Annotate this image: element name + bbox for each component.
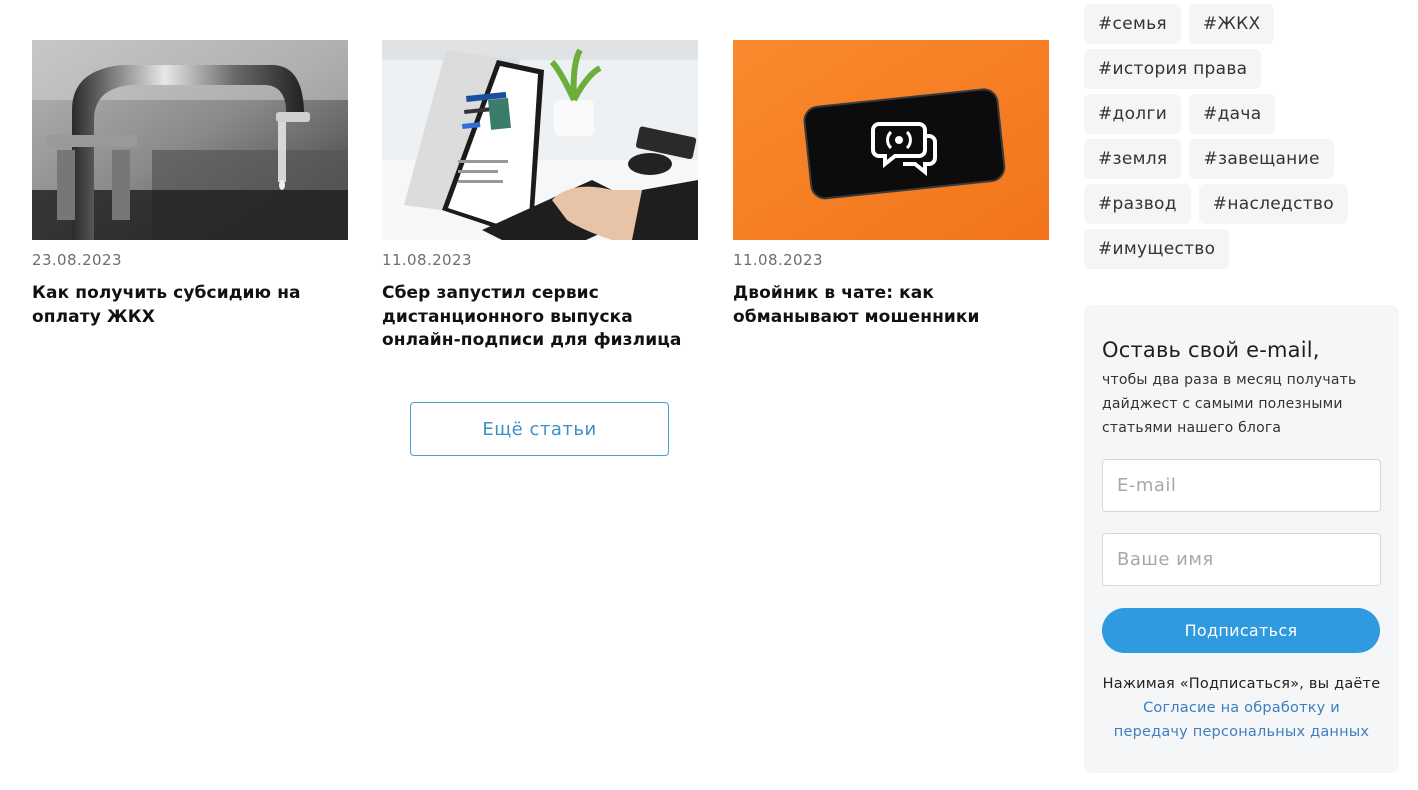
more-articles-button[interactable]: Ещё статьи (410, 402, 669, 456)
article-card[interactable]: 11.08.2023 Сбер запустил сервис дистанци… (382, 40, 698, 353)
tag-row: #долги #дача (1084, 94, 1404, 134)
tag-family[interactable]: #семья (1084, 4, 1181, 44)
tag-row: #история права (1084, 49, 1404, 89)
name-field[interactable] (1102, 533, 1381, 586)
article-title[interactable]: Как получить субсидию на оплату ЖКХ (32, 282, 348, 329)
article-date: 11.08.2023 (382, 251, 472, 269)
article-date: 23.08.2023 (32, 251, 122, 269)
tag-housing[interactable]: #ЖКХ (1188, 4, 1275, 44)
blog-page: 23.08.2023 Как получить субсидию на опла… (0, 0, 1418, 790)
article-date: 11.08.2023 (733, 251, 823, 269)
article-image-faucet[interactable] (32, 40, 348, 240)
tag-property[interactable]: #имущество (1084, 229, 1230, 269)
tag-row: #земля #завещание (1084, 139, 1404, 179)
consent-note: Нажимая «Подписаться», вы даёте Согласие… (1084, 672, 1399, 744)
article-title[interactable]: Двойник в чате: как обманывают мошенники (733, 282, 1049, 329)
article-image-laptop[interactable] (382, 40, 698, 240)
tag-dacha[interactable]: #дача (1189, 94, 1276, 134)
subscribe-description: чтобы два раза в месяц получать дайджест… (1102, 372, 1357, 436)
article-title[interactable]: Сбер запустил сервис дистанционного выпу… (382, 282, 698, 353)
tag-cloud: #семья #ЖКХ #история права #долги #дача … (1084, 4, 1404, 274)
subscribe-panel: Оставь свой e-mail, чтобы два раза в мес… (1084, 305, 1399, 773)
email-field[interactable] (1102, 459, 1381, 512)
article-image-smartphone[interactable] (733, 40, 1049, 240)
tag-divorce[interactable]: #развод (1084, 184, 1191, 224)
tag-debts[interactable]: #долги (1084, 94, 1182, 134)
tag-row: #имущество (1084, 229, 1404, 269)
tag-land[interactable]: #земля (1084, 139, 1182, 179)
tag-law-history[interactable]: #история права (1084, 49, 1262, 89)
tag-will[interactable]: #завещание (1189, 139, 1334, 179)
consent-link[interactable]: Согласие на обработку и передачу персона… (1084, 696, 1399, 744)
article-card[interactable]: 11.08.2023 Двойник в чате: как обманываю… (733, 40, 1049, 329)
tag-row: #развод #наследство (1084, 184, 1404, 224)
article-card[interactable]: 23.08.2023 Как получить субсидию на опла… (32, 40, 348, 329)
consent-text: Нажимая «Подписаться», вы даёте (1102, 676, 1381, 692)
tag-inheritance[interactable]: #наследство (1198, 184, 1348, 224)
subscribe-title: Оставь свой e-mail, (1102, 338, 1320, 362)
subscribe-button[interactable]: Подписаться (1102, 608, 1380, 653)
tag-row: #семья #ЖКХ (1084, 4, 1404, 44)
